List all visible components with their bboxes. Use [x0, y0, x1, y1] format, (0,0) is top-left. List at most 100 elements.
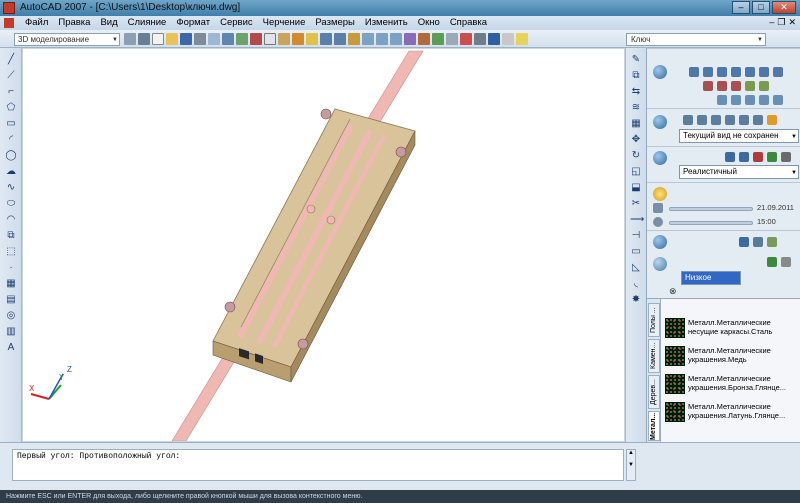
tab-metal[interactable]: Метал... [648, 411, 660, 441]
stretch-icon[interactable]: ⬓ [630, 182, 642, 193]
array-icon[interactable]: ▦ [630, 118, 642, 129]
view-select[interactable]: Текущий вид не сохранен ▼ [679, 129, 799, 143]
material-item[interactable]: Металл.Металлические несущие каркасы.Ста… [663, 317, 799, 341]
print-icon[interactable] [194, 33, 206, 45]
undo-icon[interactable] [320, 33, 332, 45]
grid-icon[interactable] [138, 33, 150, 45]
publish-icon[interactable] [222, 33, 234, 45]
subtract-icon[interactable] [717, 81, 727, 91]
pyramid-icon[interactable] [773, 67, 783, 77]
chamfer-icon[interactable]: ◺ [630, 262, 642, 273]
help-icon[interactable] [488, 33, 500, 45]
thicken-icon[interactable] [731, 95, 741, 105]
revolve-icon[interactable] [759, 81, 769, 91]
named-views-icon[interactable] [767, 115, 777, 125]
sheet-set-icon[interactable] [446, 33, 458, 45]
menu-format[interactable]: Формат [171, 16, 215, 30]
loft-icon[interactable] [773, 95, 783, 105]
arc-icon[interactable]: ◜ [5, 134, 17, 145]
conceptual-icon[interactable] [767, 152, 777, 162]
trim-icon[interactable]: ✂ [630, 198, 642, 209]
zoom-previous-icon[interactable] [390, 33, 402, 45]
doc-minimize-button[interactable]: – [769, 17, 774, 28]
material-item[interactable]: Металл.Металлические украшения.Бронза.Гл… [663, 373, 799, 397]
mirror-icon[interactable]: ⇆ [630, 86, 642, 97]
walk-icon[interactable] [725, 115, 735, 125]
wedge-icon[interactable] [703, 67, 713, 77]
extrude-icon[interactable] [745, 81, 755, 91]
cylinder-icon[interactable] [745, 67, 755, 77]
tab-stone[interactable]: Камен... [648, 339, 660, 373]
gear-icon[interactable] [124, 33, 136, 45]
new-file-icon[interactable] [152, 33, 164, 45]
teapot-icon[interactable] [653, 257, 667, 271]
pan-icon[interactable] [348, 33, 360, 45]
quality-select[interactable]: Низкое [681, 271, 741, 285]
document-icon[interactable] [4, 18, 14, 28]
explode-icon[interactable]: ✸ [630, 294, 642, 305]
menu-edit[interactable]: Правка [53, 16, 95, 30]
ellipse-icon[interactable]: ⬭ [5, 198, 17, 209]
erase-icon[interactable]: ✎ [630, 54, 642, 65]
break-icon[interactable]: ⊣ [630, 230, 642, 241]
visual-style-select[interactable]: Реалистичный ▼ [679, 165, 799, 179]
menu-tools[interactable]: Сервис [215, 16, 258, 30]
cone-icon[interactable] [717, 67, 727, 77]
rotate-icon[interactable]: ↻ [630, 150, 642, 161]
render-go-icon[interactable] [767, 257, 777, 267]
region-icon[interactable]: ◎ [5, 310, 17, 321]
design-center-icon[interactable] [418, 33, 430, 45]
tab-floors[interactable]: Полы ... [648, 303, 660, 337]
revision-cloud-icon[interactable]: ☁ [5, 166, 17, 177]
menu-help[interactable]: Справка [445, 16, 492, 30]
pan-3d-icon[interactable] [711, 115, 721, 125]
redo-icon[interactable] [334, 33, 346, 45]
multiline-text-icon[interactable]: A [5, 342, 17, 353]
cut-icon[interactable] [250, 33, 262, 45]
visual-style-manager-icon[interactable] [781, 152, 791, 162]
menu-file[interactable]: Файл [20, 16, 53, 30]
line-icon[interactable]: ╱ [5, 54, 17, 65]
match-properties-icon[interactable] [292, 33, 304, 45]
preview-icon[interactable] [208, 33, 220, 45]
markup-icon[interactable] [460, 33, 472, 45]
copy-object-icon[interactable]: ⧉ [630, 70, 642, 81]
maximize-button[interactable]: □ [752, 1, 770, 14]
light-icon[interactable] [653, 235, 667, 249]
hidden-icon[interactable] [739, 152, 749, 162]
zoom-realtime-icon[interactable] [362, 33, 374, 45]
render-icon[interactable] [739, 237, 749, 247]
union-icon[interactable] [703, 81, 713, 91]
hatch-icon[interactable]: ▦ [5, 278, 17, 289]
menu-modify[interactable]: Изменить [360, 16, 413, 30]
circle-icon[interactable]: ◯ [5, 150, 17, 161]
calculator-icon[interactable] [474, 33, 486, 45]
scale-icon[interactable]: ◱ [630, 166, 642, 177]
sphere-icon[interactable] [731, 67, 741, 77]
menu-view[interactable]: Вид [95, 16, 122, 30]
join-icon[interactable]: ▭ [630, 246, 642, 257]
orbit-icon[interactable] [683, 115, 693, 125]
menu-merge[interactable]: Слияние [123, 16, 172, 30]
wireframe-icon[interactable] [725, 152, 735, 162]
offset-icon[interactable]: ≋ [630, 102, 642, 113]
doc-close-button[interactable]: ✕ [788, 17, 796, 28]
3d-navigate-icon[interactable] [653, 115, 667, 129]
save-icon[interactable] [180, 33, 192, 45]
point-icon[interactable]: · [5, 262, 17, 273]
material-item[interactable]: Металл.Металлические украшения.Латунь.Гл… [663, 401, 799, 425]
date-slider[interactable] [669, 207, 753, 211]
workspace-select[interactable]: 3D моделирование ▼ [14, 33, 120, 46]
fillet-icon[interactable]: ◟ [630, 278, 642, 289]
ellipse-arc-icon[interactable]: ◠ [5, 214, 17, 225]
render-region-icon[interactable] [767, 237, 777, 247]
polyline-icon[interactable]: ⌐ [5, 86, 17, 97]
rectangle-icon[interactable]: ▭ [5, 118, 17, 129]
menu-window[interactable]: Окно [413, 16, 445, 30]
tab-wood[interactable]: Дерев... [648, 375, 660, 409]
clock-icon[interactable] [653, 217, 663, 227]
command-scrollbar[interactable]: ▲ ▼ [626, 449, 636, 481]
section-icon[interactable] [745, 95, 755, 105]
command-history[interactable]: Первый угол: Противоположный угол: [12, 449, 624, 481]
render-settings-icon[interactable] [781, 257, 791, 267]
